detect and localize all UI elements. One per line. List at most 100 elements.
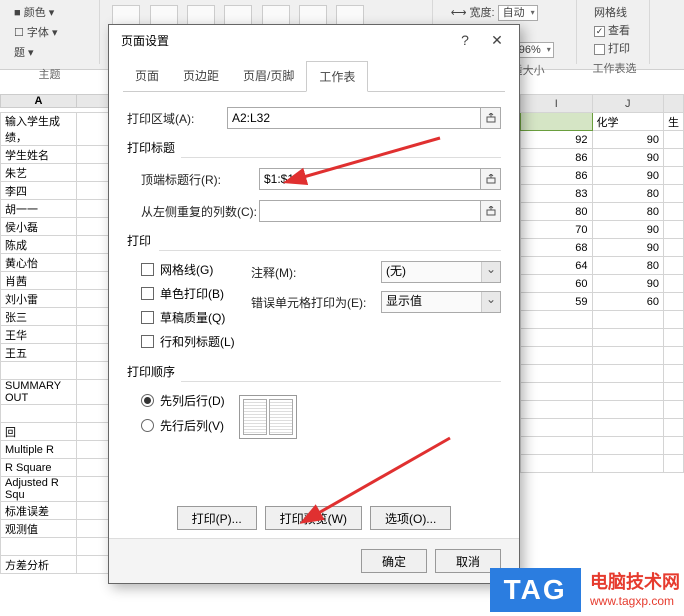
selected-cell[interactable] [521,113,593,131]
cell[interactable]: 学生姓名 [1,146,77,164]
cell[interactable]: Adjusted R Squ [1,477,77,502]
print-button[interactable]: 打印(P)... [177,506,257,530]
spreadsheet-right[interactable]: I J 化学生929086908690838080807090689064806… [520,94,684,616]
comments-select[interactable]: (无) [381,261,501,283]
cell[interactable] [521,347,593,365]
cell[interactable] [521,383,593,401]
cell[interactable] [1,405,77,423]
cell[interactable]: R Square [1,459,77,477]
dialog-close-button[interactable]: ✕ [481,27,513,53]
cell[interactable] [521,437,593,455]
cell[interactable]: 朱艺 [1,164,77,182]
cell[interactable] [1,538,77,556]
cell[interactable]: 90 [592,221,664,239]
tab-headerfooter[interactable]: 页眉/页脚 [231,61,306,92]
tab-margins[interactable]: 页边距 [171,61,231,92]
cell[interactable]: 86 [521,167,593,185]
preview-button[interactable]: 打印预览(W) [265,506,362,530]
cell[interactable]: SUMMARY OUT [1,380,77,405]
cell[interactable]: 肖茜 [1,272,77,290]
cell[interactable]: 68 [521,239,593,257]
cell[interactable]: 59 [521,293,593,311]
chk-headings[interactable]: 行和列标题(L) [141,333,251,350]
cell[interactable]: 70 [521,221,593,239]
cell[interactable] [521,455,593,473]
chk-draft[interactable]: 草稿质量(Q) [141,309,251,326]
tab-sheet[interactable]: 工作表 [306,61,368,92]
cell[interactable] [592,437,664,455]
col-j-header[interactable]: J [592,95,664,113]
tab-page[interactable]: 页面 [123,61,171,92]
cell[interactable] [592,383,664,401]
cell[interactable]: 张三 [1,308,77,326]
col-a-header[interactable]: A [1,95,77,108]
cell[interactable]: 王华 [1,326,77,344]
ribbon-print[interactable]: 打印 [594,40,635,56]
cell[interactable] [1,362,77,380]
cell[interactable]: 陈成 [1,236,77,254]
cell[interactable]: 李四 [1,182,77,200]
cell[interactable]: 侯小磊 [1,218,77,236]
cell[interactable]: 刘小雷 [1,290,77,308]
cell[interactable]: 80 [592,257,664,275]
cell[interactable]: 王五 [1,344,77,362]
left-cols-picker[interactable] [481,200,501,222]
ribbon-font[interactable]: ☐ 字体 ▾ [14,24,58,40]
cell[interactable]: 输入学生成绩， [1,113,77,146]
print-area-input[interactable] [227,107,481,129]
cell[interactable] [521,365,593,383]
cell[interactable]: 92 [521,131,593,149]
cell[interactable]: 90 [592,275,664,293]
cell[interactable] [592,455,664,473]
cell[interactable] [521,311,593,329]
radio-down-then-over[interactable]: 先列后行(D) [141,392,225,409]
chk-gridlines[interactable]: 网格线(G) [141,261,251,278]
cell[interactable]: 90 [592,167,664,185]
cell[interactable] [592,365,664,383]
cell[interactable]: 黄心怡 [1,254,77,272]
dialog-help-button[interactable]: ? [449,27,481,53]
errors-select[interactable]: 显示值 [381,291,501,313]
ribbon-color[interactable]: ■ 颜色 ▾ [14,4,54,20]
cell[interactable] [592,419,664,437]
chk-mono[interactable]: 单色打印(B) [141,285,251,302]
cell[interactable] [521,401,593,419]
options-button[interactable]: 选项(O)... [370,506,451,530]
cell[interactable] [592,347,664,365]
cell[interactable]: 90 [592,149,664,167]
radio-over-then-down[interactable]: 先行后列(V) [141,417,225,434]
cell[interactable]: 90 [592,239,664,257]
ribbon-width[interactable]: ⟷ 宽度: 自动 [451,4,562,21]
cell[interactable]: 观测值 [1,520,77,538]
col-i-header[interactable]: I [521,95,593,113]
cell[interactable]: 60 [592,293,664,311]
cell[interactable]: 胡一一 [1,200,77,218]
cell[interactable]: 化学 [592,113,664,131]
cell[interactable] [521,419,593,437]
top-rows-picker[interactable] [481,168,501,190]
cell[interactable]: Multiple R [1,441,77,459]
cell[interactable]: 回 [1,423,77,441]
ok-button[interactable]: 确定 [361,549,427,573]
cell[interactable] [592,401,664,419]
ribbon-view[interactable]: 查看 [594,22,635,38]
cell[interactable]: 64 [521,257,593,275]
cell[interactable] [592,329,664,347]
cell[interactable] [521,329,593,347]
cell[interactable] [592,311,664,329]
cell[interactable]: 83 [521,185,593,203]
print-area-picker[interactable] [481,107,501,129]
top-rows-label: 顶端标题行(R): [141,171,259,188]
cell[interactable]: 方差分析 [1,556,77,574]
cell[interactable]: 80 [592,185,664,203]
left-cols-input[interactable] [259,200,481,222]
cell[interactable]: 80 [592,203,664,221]
ribbon-topic1[interactable]: 题 ▾ [14,44,34,60]
dialog-titlebar[interactable]: 页面设置 ? ✕ [109,25,519,55]
cell[interactable]: 标准误差 [1,502,77,520]
cell[interactable]: 80 [521,203,593,221]
cell[interactable]: 86 [521,149,593,167]
cell[interactable]: 60 [521,275,593,293]
cell[interactable]: 90 [592,131,664,149]
top-rows-input[interactable] [259,168,481,190]
